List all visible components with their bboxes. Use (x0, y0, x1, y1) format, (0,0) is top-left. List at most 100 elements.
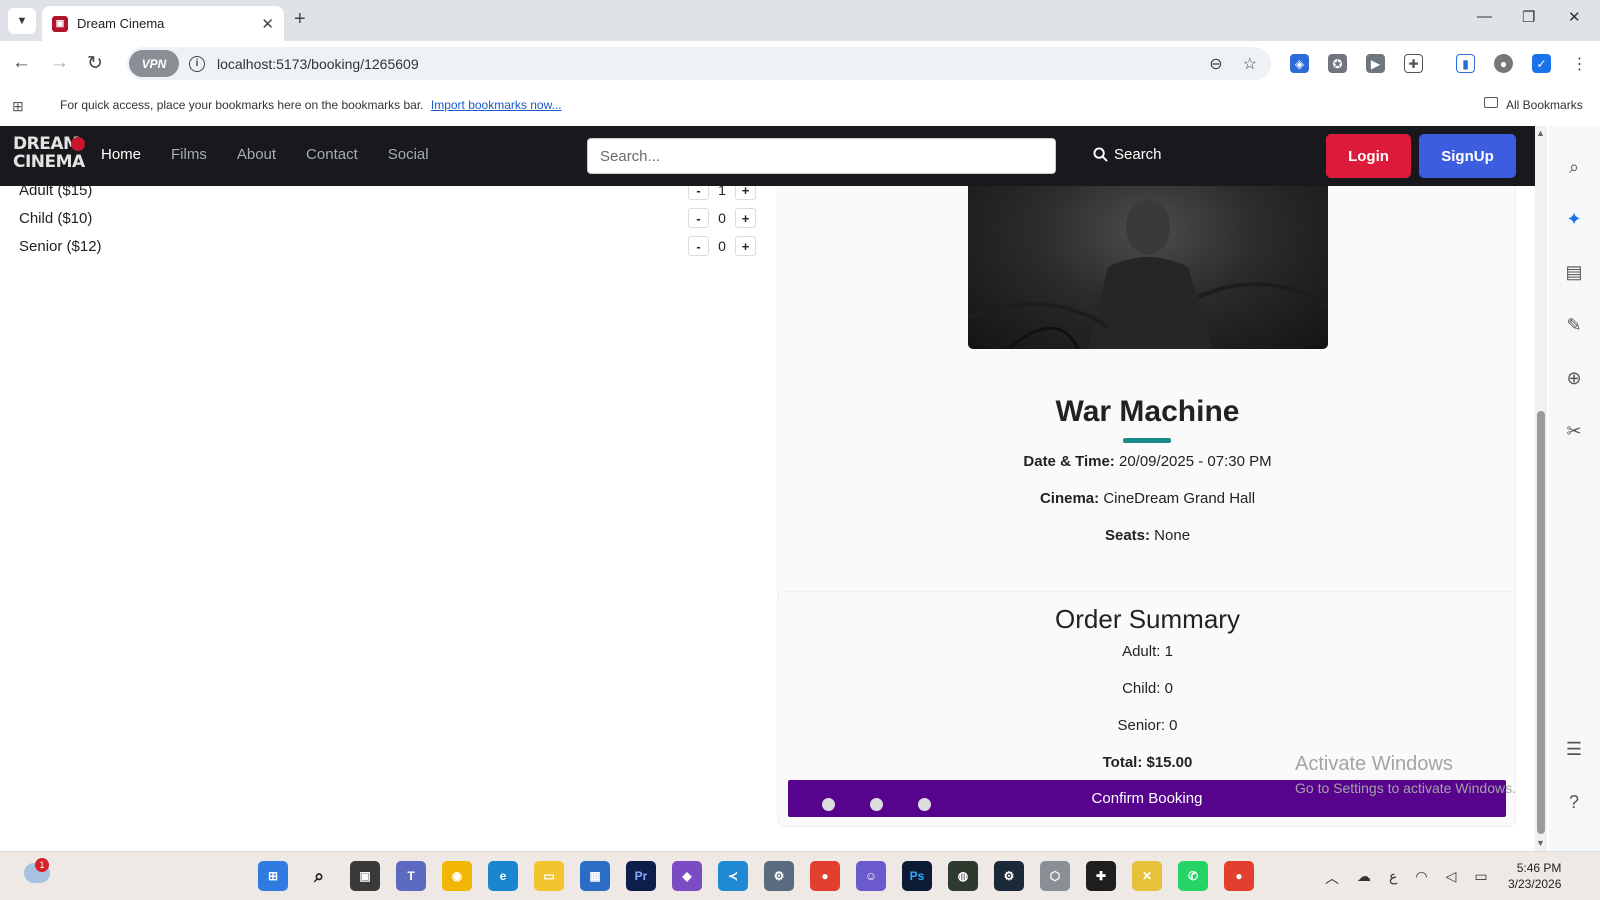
scroll-down-icon[interactable]: ▼ (1536, 838, 1545, 848)
url-text[interactable]: localhost:5173/booking/1265609 (217, 56, 419, 72)
nav-films[interactable]: Films (171, 146, 207, 163)
back-icon[interactable]: ← (12, 52, 31, 74)
all-bookmarks-button[interactable]: All Bookmarks (1506, 98, 1583, 112)
taskbar-search-icon[interactable]: ⌕ (304, 861, 334, 891)
app-cube-icon[interactable]: ⬡ (1040, 861, 1070, 891)
scrollbar-thumb[interactable] (1537, 411, 1545, 834)
password-shield-icon[interactable]: ✓ (1532, 54, 1551, 73)
volume-icon[interactable]: ◁ (1446, 868, 1457, 888)
task-view-icon[interactable]: ▣ (350, 861, 380, 891)
start-windows-icon[interactable]: ⊞ (258, 861, 288, 891)
extension-translate-icon[interactable]: ✪ (1328, 54, 1347, 73)
title-underline (1123, 438, 1171, 443)
increment-button[interactable]: + (735, 208, 756, 228)
chrome-icon[interactable]: ● (810, 861, 840, 891)
dot (870, 798, 883, 811)
extension-shield-icon[interactable]: ◈ (1290, 54, 1309, 73)
extension-video-icon[interactable]: ▶ (1366, 54, 1385, 73)
apps-grid-icon[interactable]: ⊞ (12, 98, 24, 115)
decrement-button[interactable]: - (688, 208, 709, 228)
whatsapp-icon[interactable]: ✆ (1178, 861, 1208, 891)
address-bar[interactable]: VPN i localhost:5173/booking/1265609 ⊖ ☆ (127, 47, 1271, 80)
cinema-favicon-icon: ▣ (52, 15, 68, 32)
search-button[interactable]: Search (1093, 146, 1162, 163)
clock-date: 3/23/2026 (1508, 877, 1562, 891)
increment-button[interactable]: + (735, 236, 756, 256)
bookmark-star-icon[interactable]: ☆ (1243, 54, 1257, 74)
windows-taskbar: 1 ⊞ ⌕ ▣ T ◉ e ▭ ▦ Pr ◆ ≺ ⚙ ● ☺ Ps ◍ ⚙ ⬡ … (0, 851, 1600, 900)
store-icon[interactable]: ▦ (580, 861, 610, 891)
close-window-icon[interactable]: ✕ (1568, 8, 1581, 26)
teams-icon[interactable]: T (396, 861, 426, 891)
page-scrollbar[interactable]: ▲ ▼ (1535, 126, 1547, 851)
nav-social[interactable]: Social (388, 146, 429, 163)
search-input[interactable]: Search... (587, 138, 1056, 174)
activate-windows-watermark: Activate Windows Go to Settings to activ… (1295, 753, 1516, 796)
restore-icon[interactable]: ❐ (1522, 8, 1535, 26)
figma-icon[interactable]: ✚ (1086, 861, 1116, 891)
app-settings-icon[interactable]: ⚙ (764, 861, 794, 891)
help-icon[interactable]: ? (1563, 791, 1585, 813)
chrome-canary-icon[interactable]: ◉ (442, 861, 472, 891)
copilot-chat-icon[interactable]: ✦ (1563, 208, 1585, 230)
vpn-badge[interactable]: VPN (129, 50, 179, 77)
tray-chevron-up-icon[interactable]: ︿ (1325, 868, 1339, 888)
ticket-count: 0 (718, 238, 726, 254)
app-tools-icon[interactable]: ✕ (1132, 861, 1162, 891)
clock-time: 5:46 PM (1516, 861, 1562, 875)
nav-home[interactable]: Home (101, 146, 141, 163)
photoshop-icon[interactable]: Ps (902, 861, 932, 891)
taskbar-clock[interactable]: 5:46 PM 3/23/2026 (1508, 860, 1561, 892)
dot (918, 798, 931, 811)
onedrive-cloud-icon[interactable]: ☁ (1357, 868, 1371, 888)
reload-icon[interactable]: ↻ (87, 52, 103, 75)
file-explorer-icon[interactable]: ▭ (534, 861, 564, 891)
sidebar-toggle-icon[interactable]: ▮ (1456, 54, 1475, 73)
nav-contact[interactable]: Contact (306, 146, 358, 163)
minimize-icon[interactable]: — (1477, 8, 1492, 25)
movie-poster (968, 167, 1328, 349)
search-button-label: Search (1114, 146, 1162, 163)
close-tab-icon[interactable]: ✕ (261, 15, 274, 33)
site-info-icon[interactable]: i (189, 55, 205, 72)
notes-icon[interactable]: ✎ (1563, 314, 1585, 336)
language-indicator[interactable]: ع (1389, 868, 1397, 888)
ticket-row-senior: Senior ($12) - 0 + (19, 234, 759, 262)
login-button[interactable]: Login (1326, 134, 1411, 178)
wifi-icon[interactable]: ◠ (1415, 868, 1427, 888)
forward-icon[interactable]: → (50, 52, 69, 74)
scroll-up-icon[interactable]: ▲ (1536, 128, 1545, 138)
cinema-label: Cinema: (1039, 490, 1100, 507)
dream-cinema-logo[interactable]: DREAM CINEMA (13, 135, 87, 177)
vscode-icon[interactable]: ≺ (718, 861, 748, 891)
profile-avatar-icon[interactable]: ● (1494, 54, 1513, 73)
extensions-puzzle-icon[interactable]: ✚ (1404, 54, 1423, 73)
app-grid-icon[interactable]: ◍ (948, 861, 978, 891)
signup-button[interactable]: SignUp (1419, 134, 1516, 178)
visual-studio-icon[interactable]: ◆ (672, 861, 702, 891)
edge-icon[interactable]: e (488, 861, 518, 891)
premiere-pro-icon[interactable]: Pr (626, 861, 656, 891)
system-tray: ︿ ☁ ع ◠ ◁ ▭ (1325, 868, 1488, 888)
discord-icon[interactable]: ☺ (856, 861, 886, 891)
tab-title: Dream Cinema (77, 16, 165, 31)
search-panel-icon[interactable]: ⌕ (1563, 156, 1585, 178)
steam-icon[interactable]: ⚙ (994, 861, 1024, 891)
browser-tab[interactable]: ▣ Dream Cinema ✕ (42, 6, 284, 41)
tools-icon[interactable]: ✂ (1563, 420, 1585, 442)
menu-kebab-icon[interactable]: ⋮ (1570, 54, 1589, 73)
customize-sliders-icon[interactable]: ☰ (1563, 738, 1585, 760)
battery-icon[interactable]: ▭ (1474, 868, 1487, 888)
tab-search-button[interactable]: ▼ (8, 8, 36, 34)
zoom-icon[interactable]: ⊖ (1209, 54, 1222, 74)
logo-line2: CINEMA (13, 152, 85, 172)
search-icon (1093, 147, 1108, 162)
games-controller-icon[interactable]: ⊕ (1563, 367, 1585, 389)
import-bookmarks-link[interactable]: Import bookmarks now... (431, 98, 562, 112)
nav-about[interactable]: About (237, 146, 276, 163)
decrement-button[interactable]: - (688, 236, 709, 256)
reading-list-icon[interactable]: ▤ (1563, 261, 1585, 283)
bookmarks-hint: For quick access, place your bookmarks h… (60, 98, 562, 112)
chrome-profile-icon[interactable]: ● (1224, 861, 1254, 891)
new-tab-icon[interactable]: + (294, 8, 306, 31)
